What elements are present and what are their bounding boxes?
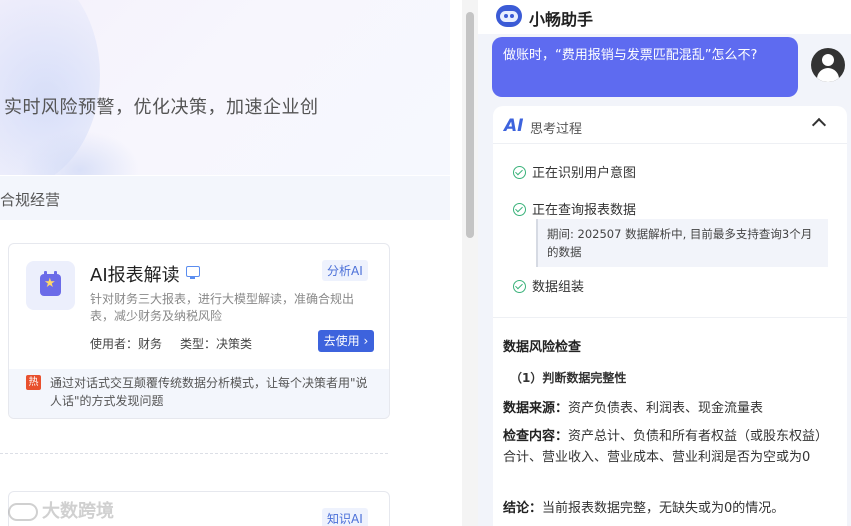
thinking-step: 正在识别用户意图 bbox=[513, 162, 636, 181]
divider bbox=[493, 317, 847, 318]
check-icon bbox=[513, 166, 526, 179]
use-button[interactable]: 去使用 › bbox=[318, 330, 374, 352]
assistant-title: 小畅助手 bbox=[529, 10, 594, 29]
check-icon bbox=[513, 203, 526, 216]
watermark: 大数跨境 bbox=[8, 497, 114, 523]
divider bbox=[0, 453, 388, 454]
card-type-label: 类型：决策类 bbox=[180, 337, 253, 351]
section-title: 合规经营 bbox=[0, 191, 61, 209]
assistant-header: 小畅助手 bbox=[478, 0, 851, 34]
user-avatar-icon bbox=[811, 48, 845, 82]
divider bbox=[493, 143, 847, 144]
hero-banner: 实时风险预警，优化决策，加速企业创 bbox=[0, 0, 450, 175]
scrollbar-thumb[interactable] bbox=[466, 12, 474, 238]
card-tag: 分析AI bbox=[322, 260, 368, 281]
chevron-up-icon[interactable] bbox=[811, 117, 827, 133]
answer-line: 结论：当前报表数据完整，无缺失或为0的情况。 bbox=[503, 501, 785, 516]
card-meta: 使用者：财务 类型：决策类 bbox=[90, 335, 252, 352]
answer-title: 数据风险检查 bbox=[503, 340, 582, 355]
card-description: 针对财务三大报表，进行大模型解读，准确合规出表，减少财务及纳税风险 bbox=[90, 292, 355, 323]
user-message: 做账时，“费用报销与发票匹配混乱”怎么不? bbox=[492, 37, 798, 97]
ai-icon: AI bbox=[504, 116, 524, 136]
answer-line: 数据来源：资产负债表、利润表、现金流量表 bbox=[503, 401, 764, 416]
thinking-step: 数据组装 bbox=[513, 276, 584, 295]
card-footer: 热 通过对话式交互颠覆传统数据分析模式，让每个决策者用"说人话"的方式发现问题 bbox=[9, 369, 389, 418]
monitor-icon bbox=[186, 266, 200, 279]
answer-subtitle: （1）判断数据完整性 bbox=[510, 371, 627, 385]
thinking-note: 期间: 202507 数据解析中, 目前最多支持查询3个月的数据 bbox=[536, 219, 828, 267]
response-card: AI 思考过程 正在识别用户意图 正在查询报表数据 期间: 202507 数据解… bbox=[493, 106, 847, 526]
card2-tag: 知识AI bbox=[322, 508, 368, 526]
hot-icon: 热 bbox=[26, 375, 41, 390]
ai-report-card[interactable]: ★ AI报表解读 分析AI 针对财务三大报表，进行大模型解读，准确合规出表，减少… bbox=[8, 243, 390, 419]
calendar-star-icon: ★ bbox=[26, 261, 75, 310]
thinking-title: 思考过程 bbox=[530, 122, 583, 137]
card-footer-text: 通过对话式交互颠覆传统数据分析模式，让每个决策者用"说人话"的方式发现问题 bbox=[50, 376, 368, 408]
section-bar bbox=[0, 176, 450, 220]
hero-text: 实时风险预警，优化决策，加速企业创 bbox=[4, 97, 319, 118]
watermark-logo-icon bbox=[8, 503, 38, 521]
bot-avatar-icon bbox=[496, 5, 522, 27]
card-user-label: 使用者：财务 bbox=[90, 337, 163, 351]
thinking-step: 正在查询报表数据 bbox=[513, 199, 636, 218]
left-panel: 实时风险预警，优化决策，加速企业创 合规经营 ★ AI报表解读 分析AI 针对财… bbox=[0, 0, 462, 526]
answer-line: 检查内容：资产总计、负债和所有者权益（或股东权益）合计、营业收入、营业成本、营业… bbox=[503, 429, 829, 465]
check-icon bbox=[513, 280, 526, 293]
card-title: AI报表解读 bbox=[90, 265, 180, 286]
assistant-panel: 小畅助手 做账时，“费用报销与发票匹配混乱”怎么不? AI 思考过程 正在识别用… bbox=[478, 0, 851, 526]
